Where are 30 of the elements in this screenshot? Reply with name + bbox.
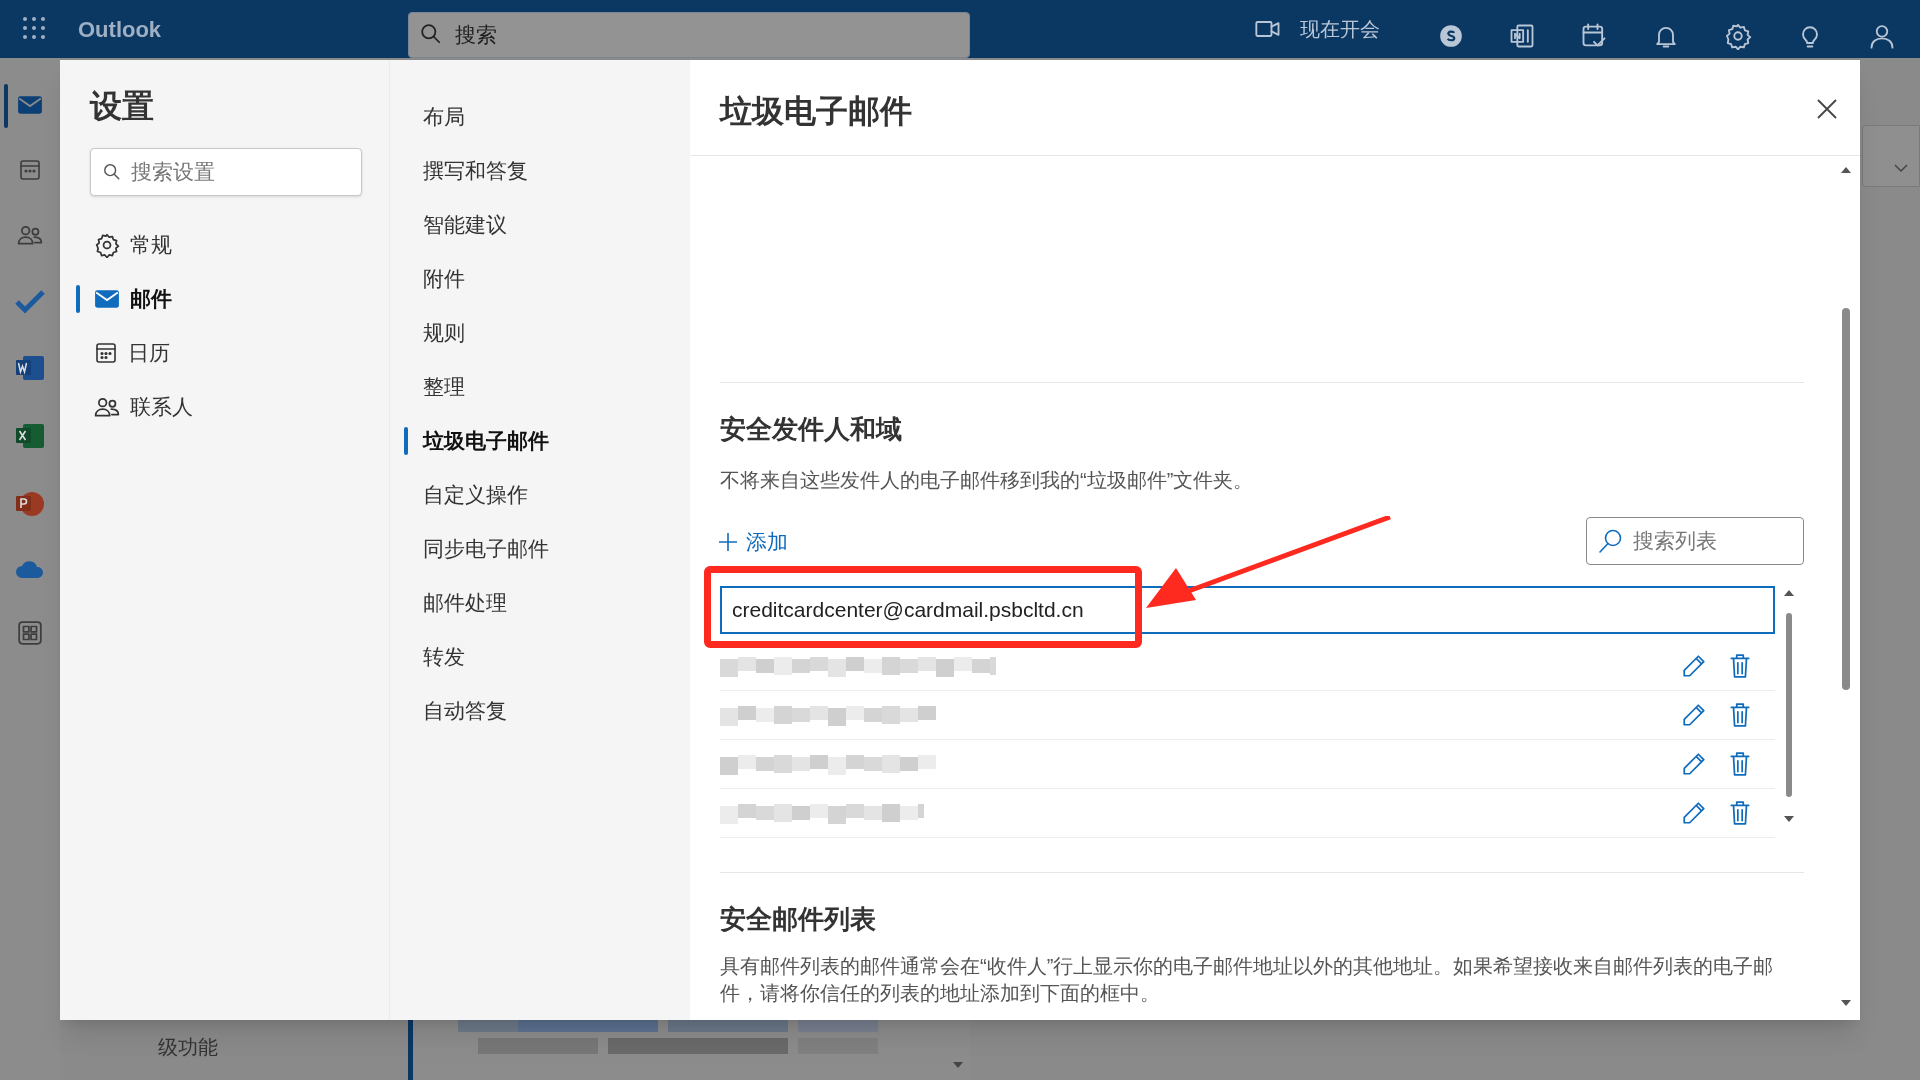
settings-subsection[interactable]: 自动答复 (423, 695, 507, 727)
panel-title: 垃圾电子邮件 (720, 92, 912, 131)
app-title: Outlook (78, 15, 162, 44)
settings-category[interactable]: 日历 (128, 337, 170, 369)
settings-subsection[interactable]: 转发 (423, 641, 465, 673)
settings-title: 设置 (90, 87, 155, 126)
settings-category[interactable]: 常规 (130, 229, 172, 261)
meet-now-link[interactable]: 现在开会 (1300, 14, 1380, 44)
settings-subsection[interactable]: 同步电子邮件 (423, 533, 549, 565)
settings-search-field[interactable]: 搜索设置 (90, 148, 362, 196)
settings-subsection[interactable]: 智能建议 (423, 209, 507, 241)
sender-input-field[interactable]: creditcardcenter@cardmail.psbcltd.cn (720, 586, 1775, 634)
list-search-field[interactable]: 搜索列表 (1586, 517, 1804, 565)
add-button[interactable]: 添加 (718, 526, 788, 558)
settings-subsection[interactable]: 附件 (423, 263, 465, 295)
settings-subsection[interactable]: 垃圾电子邮件 (423, 425, 549, 457)
section-heading: 安全邮件列表 (720, 903, 876, 936)
settings-subsection[interactable]: 邮件处理 (423, 587, 507, 619)
settings-subsection[interactable]: 规则 (423, 317, 465, 349)
promo-text: 级功能 (158, 1035, 218, 1060)
section-heading: 安全发件人和域 (720, 413, 902, 446)
search-field[interactable]: 搜索 (408, 12, 970, 58)
settings-subsection[interactable]: 撰写和答复 (423, 155, 528, 187)
settings-subsection[interactable]: 布局 (423, 101, 465, 133)
settings-category[interactable]: 邮件 (130, 283, 172, 315)
settings-subsection[interactable]: 整理 (423, 371, 465, 403)
section-description: 具有邮件列表的邮件通常会在“收件人”行上显示你的电子邮件地址以外的其他地址。如果希望接收来自邮件列表的电子邮件，请将你信任的列表的地址添加到下面的框中。 (720, 954, 1775, 1006)
section-description: 不将来自这些发件人的电子邮件移到我的“垃圾邮件”文件夹。 (720, 468, 1254, 493)
settings-category[interactable]: 联系人 (130, 391, 193, 423)
settings-subsection[interactable]: 自定义操作 (423, 479, 528, 511)
